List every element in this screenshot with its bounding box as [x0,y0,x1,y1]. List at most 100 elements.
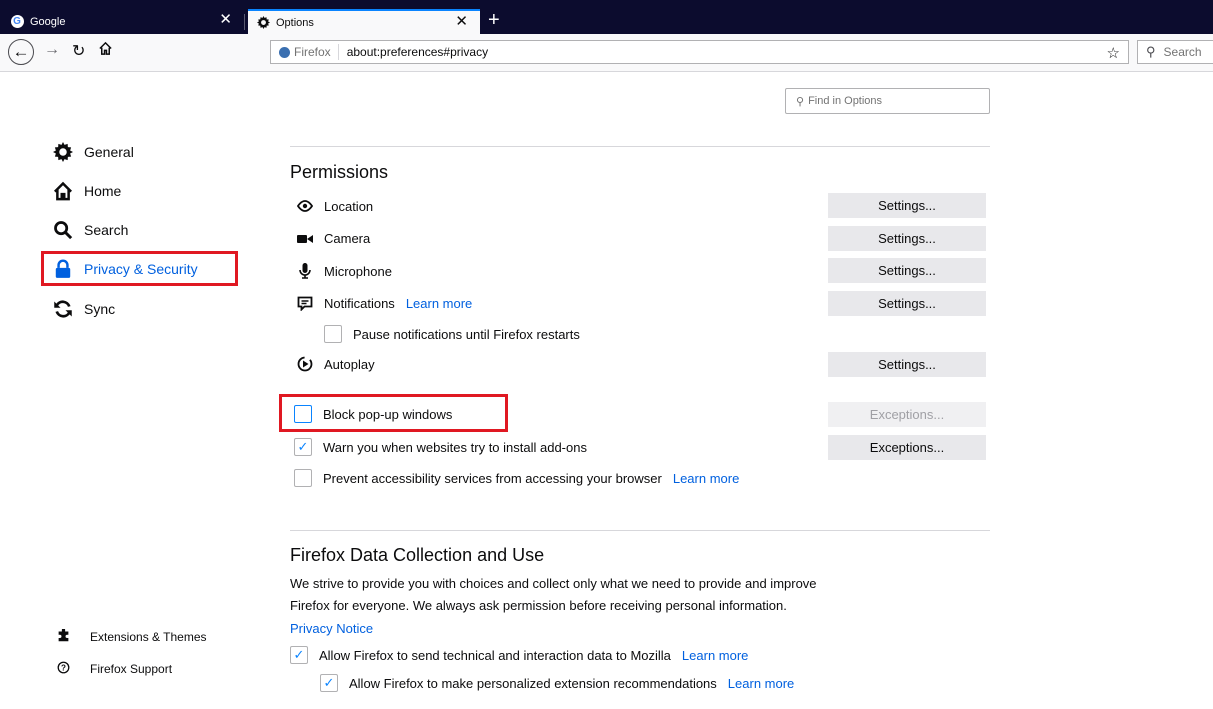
close-icon[interactable]: ✕ [455,14,468,30]
reload-icon: ↻ [72,43,86,60]
checkbox-label: Prevent accessibility services from acce… [323,470,662,486]
prevent-accessibility-checkbox[interactable] [294,469,312,487]
preferences-content: ⚲ Find in Options General Home Search Pr… [0,72,1213,709]
camera-icon [296,233,314,245]
popup-highlight-box [279,394,508,432]
home-icon [99,41,112,55]
url-bar[interactable]: Firefox about:preferences#privacy ☆ [270,40,1129,64]
location-icon [296,198,314,214]
sidebar-item-label: Sync [84,301,116,317]
url-text[interactable]: about:preferences#privacy [339,45,488,59]
firefox-icon [279,46,290,58]
identity-label: Firefox [294,45,331,59]
tab-title: Google [30,15,66,28]
new-tab-button[interactable]: + [488,10,500,30]
autoplay-icon [296,356,314,372]
allow-recommendations-checkbox[interactable]: ✓ [320,674,338,692]
search-icon: ⚲ [1146,44,1156,59]
svg-text:?: ? [61,663,66,672]
microphone-icon [296,263,314,279]
search-placeholder: Search [1163,45,1202,59]
sidebar-item-label: General [84,144,134,160]
notifications-learn-more-link[interactable]: Learn more [406,296,472,311]
reload-button[interactable]: ↻ [72,41,85,61]
sidebar-item-sync[interactable]: Sync [52,298,115,320]
autoplay-settings-button[interactable]: Settings... [828,352,986,377]
search-icon: ⚲ [796,95,805,108]
gear-icon [256,16,270,30]
firefox-support-link[interactable]: ? Firefox Support [56,661,172,677]
tab-options[interactable]: Options ✕ [248,9,480,34]
sidebar-item-search[interactable]: Search [52,219,128,241]
notifications-settings-button[interactable]: Settings... [828,291,986,316]
tab-title: Options [276,16,314,29]
allow-technical-data-checkbox[interactable]: ✓ [290,646,308,664]
location-settings-button[interactable]: Settings... [828,193,986,218]
camera-settings-button[interactable]: Settings... [828,226,986,251]
data-collection-description-line1: We strive to provide you with choices an… [290,576,817,591]
sidebar-item-general[interactable]: General [52,141,134,163]
back-button[interactable]: ← [8,39,34,65]
addons-exceptions-button[interactable]: Exceptions... [828,435,986,460]
popup-exceptions-button[interactable]: Exceptions... [828,402,986,427]
forward-button[interactable]: → [44,41,60,59]
identity-box[interactable]: Firefox [271,44,339,60]
warn-addons-checkbox[interactable]: ✓ [294,438,312,456]
sidebar-item-home[interactable]: Home [52,180,121,202]
allow-recommendations-row: ✓ Allow Firefox to make personalized ext… [320,674,794,692]
footer-link-label: Firefox Support [90,662,173,676]
section-divider [290,530,990,531]
forward-arrow-icon: → [44,41,60,58]
tab-separator [244,14,245,30]
nav-bar: ← → ↻ Firefox about:preferences#privacy … [0,34,1213,72]
permission-label: Microphone [324,263,392,279]
back-arrow-icon: ← [12,42,30,61]
pause-notifications-checkbox[interactable] [324,325,342,343]
privacy-notice-link[interactable]: Privacy Notice [290,618,373,640]
checkbox-label: Allow Firefox to make personalized exten… [349,675,717,691]
tab-google[interactable]: G Google ✕ [0,9,244,34]
permission-row-microphone: Microphone [296,263,392,279]
home-button[interactable] [98,41,113,56]
extensions-themes-link[interactable]: Extensions & Themes [56,628,207,645]
prevent-accessibility-row: Prevent accessibility services from acce… [294,469,739,487]
find-in-options-input[interactable]: ⚲ Find in Options [785,88,990,114]
sidebar-item-label: Search [84,222,129,238]
permission-row-autoplay: Autoplay [296,356,375,372]
data-collection-heading: Firefox Data Collection and Use [290,545,545,565]
home-icon [52,180,74,202]
checkbox-label: Pause notifications until Firefox restar… [353,326,580,342]
accessibility-learn-more-link[interactable]: Learn more [673,471,739,486]
notification-icon [296,296,314,311]
permission-label: Autoplay [324,356,375,372]
tab-strip: G Google ✕ Options ✕ + [0,0,1213,34]
data-collection-description-line2: Firefox for everyone. We always ask perm… [290,598,787,613]
permission-label: Camera [324,231,371,246]
search-bar[interactable]: ⚲ Search [1137,40,1213,64]
puzzle-icon [56,628,70,645]
find-placeholder: Find in Options [808,95,883,107]
checkbox-label: Warn you when websites try to install ad… [323,439,587,455]
technical-learn-more-link[interactable]: Learn more [682,648,748,663]
close-icon[interactable]: ✕ [219,12,232,28]
permission-row-notifications: Notifications Learn more [296,296,472,311]
permissions-heading: Permissions [290,162,389,182]
recommendations-learn-more-link[interactable]: Learn more [728,676,794,691]
checkbox-label: Allow Firefox to send technical and inte… [319,647,671,663]
section-divider [290,146,990,147]
permission-row-location: Location [296,198,373,214]
permission-label: Location [324,198,374,214]
google-icon: G [10,15,24,29]
footer-link-label: Extensions & Themes [90,630,207,644]
pause-notifications-row: Pause notifications until Firefox restar… [324,325,580,343]
allow-technical-data-row: ✓ Allow Firefox to send technical and in… [290,646,748,664]
sync-icon [52,298,74,320]
microphone-settings-button[interactable]: Settings... [828,258,986,283]
search-icon [52,219,74,241]
permission-row-camera: Camera [296,231,370,246]
gear-icon [52,141,74,163]
bookmark-star-icon[interactable]: ☆ [1107,44,1120,62]
help-icon: ? [56,661,70,677]
permission-label: Notifications [324,296,395,311]
sidebar-item-label: Home [84,183,122,199]
